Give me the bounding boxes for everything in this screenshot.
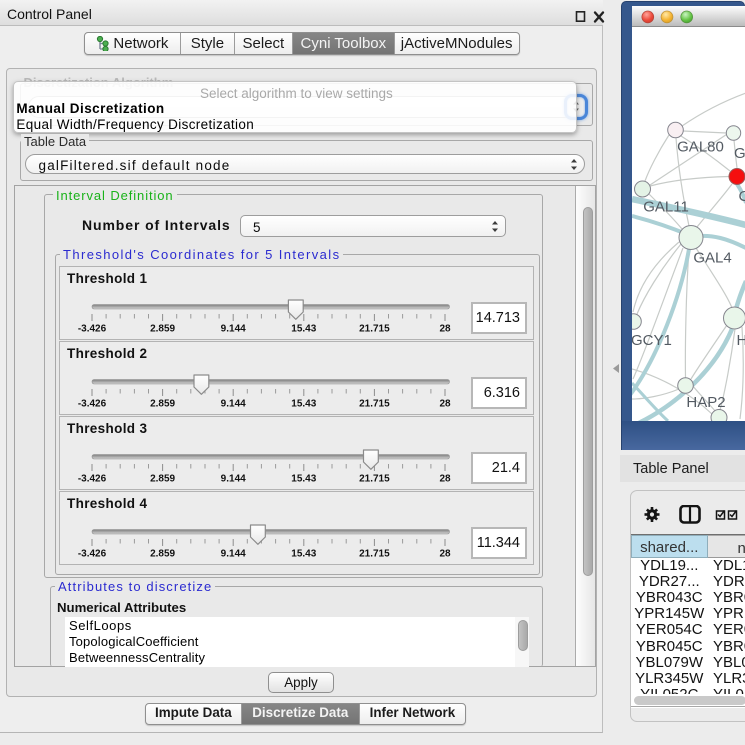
svg-text:9.144: 9.144	[221, 324, 246, 335]
svg-text:2.859: 2.859	[150, 549, 175, 560]
svg-text:GA: GA	[734, 145, 745, 162]
svg-text:28: 28	[439, 399, 451, 410]
svg-text:9.144: 9.144	[221, 399, 246, 410]
svg-text:-3.426: -3.426	[78, 324, 107, 335]
svg-text:28: 28	[439, 474, 451, 485]
svg-text:21.715: 21.715	[359, 324, 390, 335]
svg-text:9.144: 9.144	[221, 474, 246, 485]
svg-text:28: 28	[439, 549, 451, 560]
svg-text:HAP2: HAP2	[686, 394, 725, 411]
svg-text:2.859: 2.859	[150, 474, 175, 485]
svg-text:-3.426: -3.426	[78, 399, 107, 410]
svg-text:21.715: 21.715	[359, 399, 390, 410]
svg-text:28: 28	[439, 324, 451, 335]
svg-text:-3.426: -3.426	[78, 474, 107, 485]
svg-text:GCY1: GCY1	[632, 332, 672, 349]
svg-text:9.144: 9.144	[221, 549, 246, 560]
svg-text:15.43: 15.43	[291, 399, 316, 410]
svg-text:GAL4: GAL4	[693, 250, 731, 267]
svg-text:2.859: 2.859	[150, 324, 175, 335]
svg-text:15.43: 15.43	[291, 549, 316, 560]
svg-text:GAL11: GAL11	[643, 199, 689, 216]
svg-text:15.43: 15.43	[291, 474, 316, 485]
svg-text:C: C	[738, 188, 745, 205]
svg-text:H: H	[736, 332, 745, 349]
svg-text:21.715: 21.715	[359, 549, 390, 560]
svg-text:2.859: 2.859	[150, 399, 175, 410]
svg-text:21.715: 21.715	[359, 474, 390, 485]
svg-text:-3.426: -3.426	[78, 549, 107, 560]
svg-text:15.43: 15.43	[291, 324, 316, 335]
svg-text:GAL80: GAL80	[677, 139, 724, 156]
